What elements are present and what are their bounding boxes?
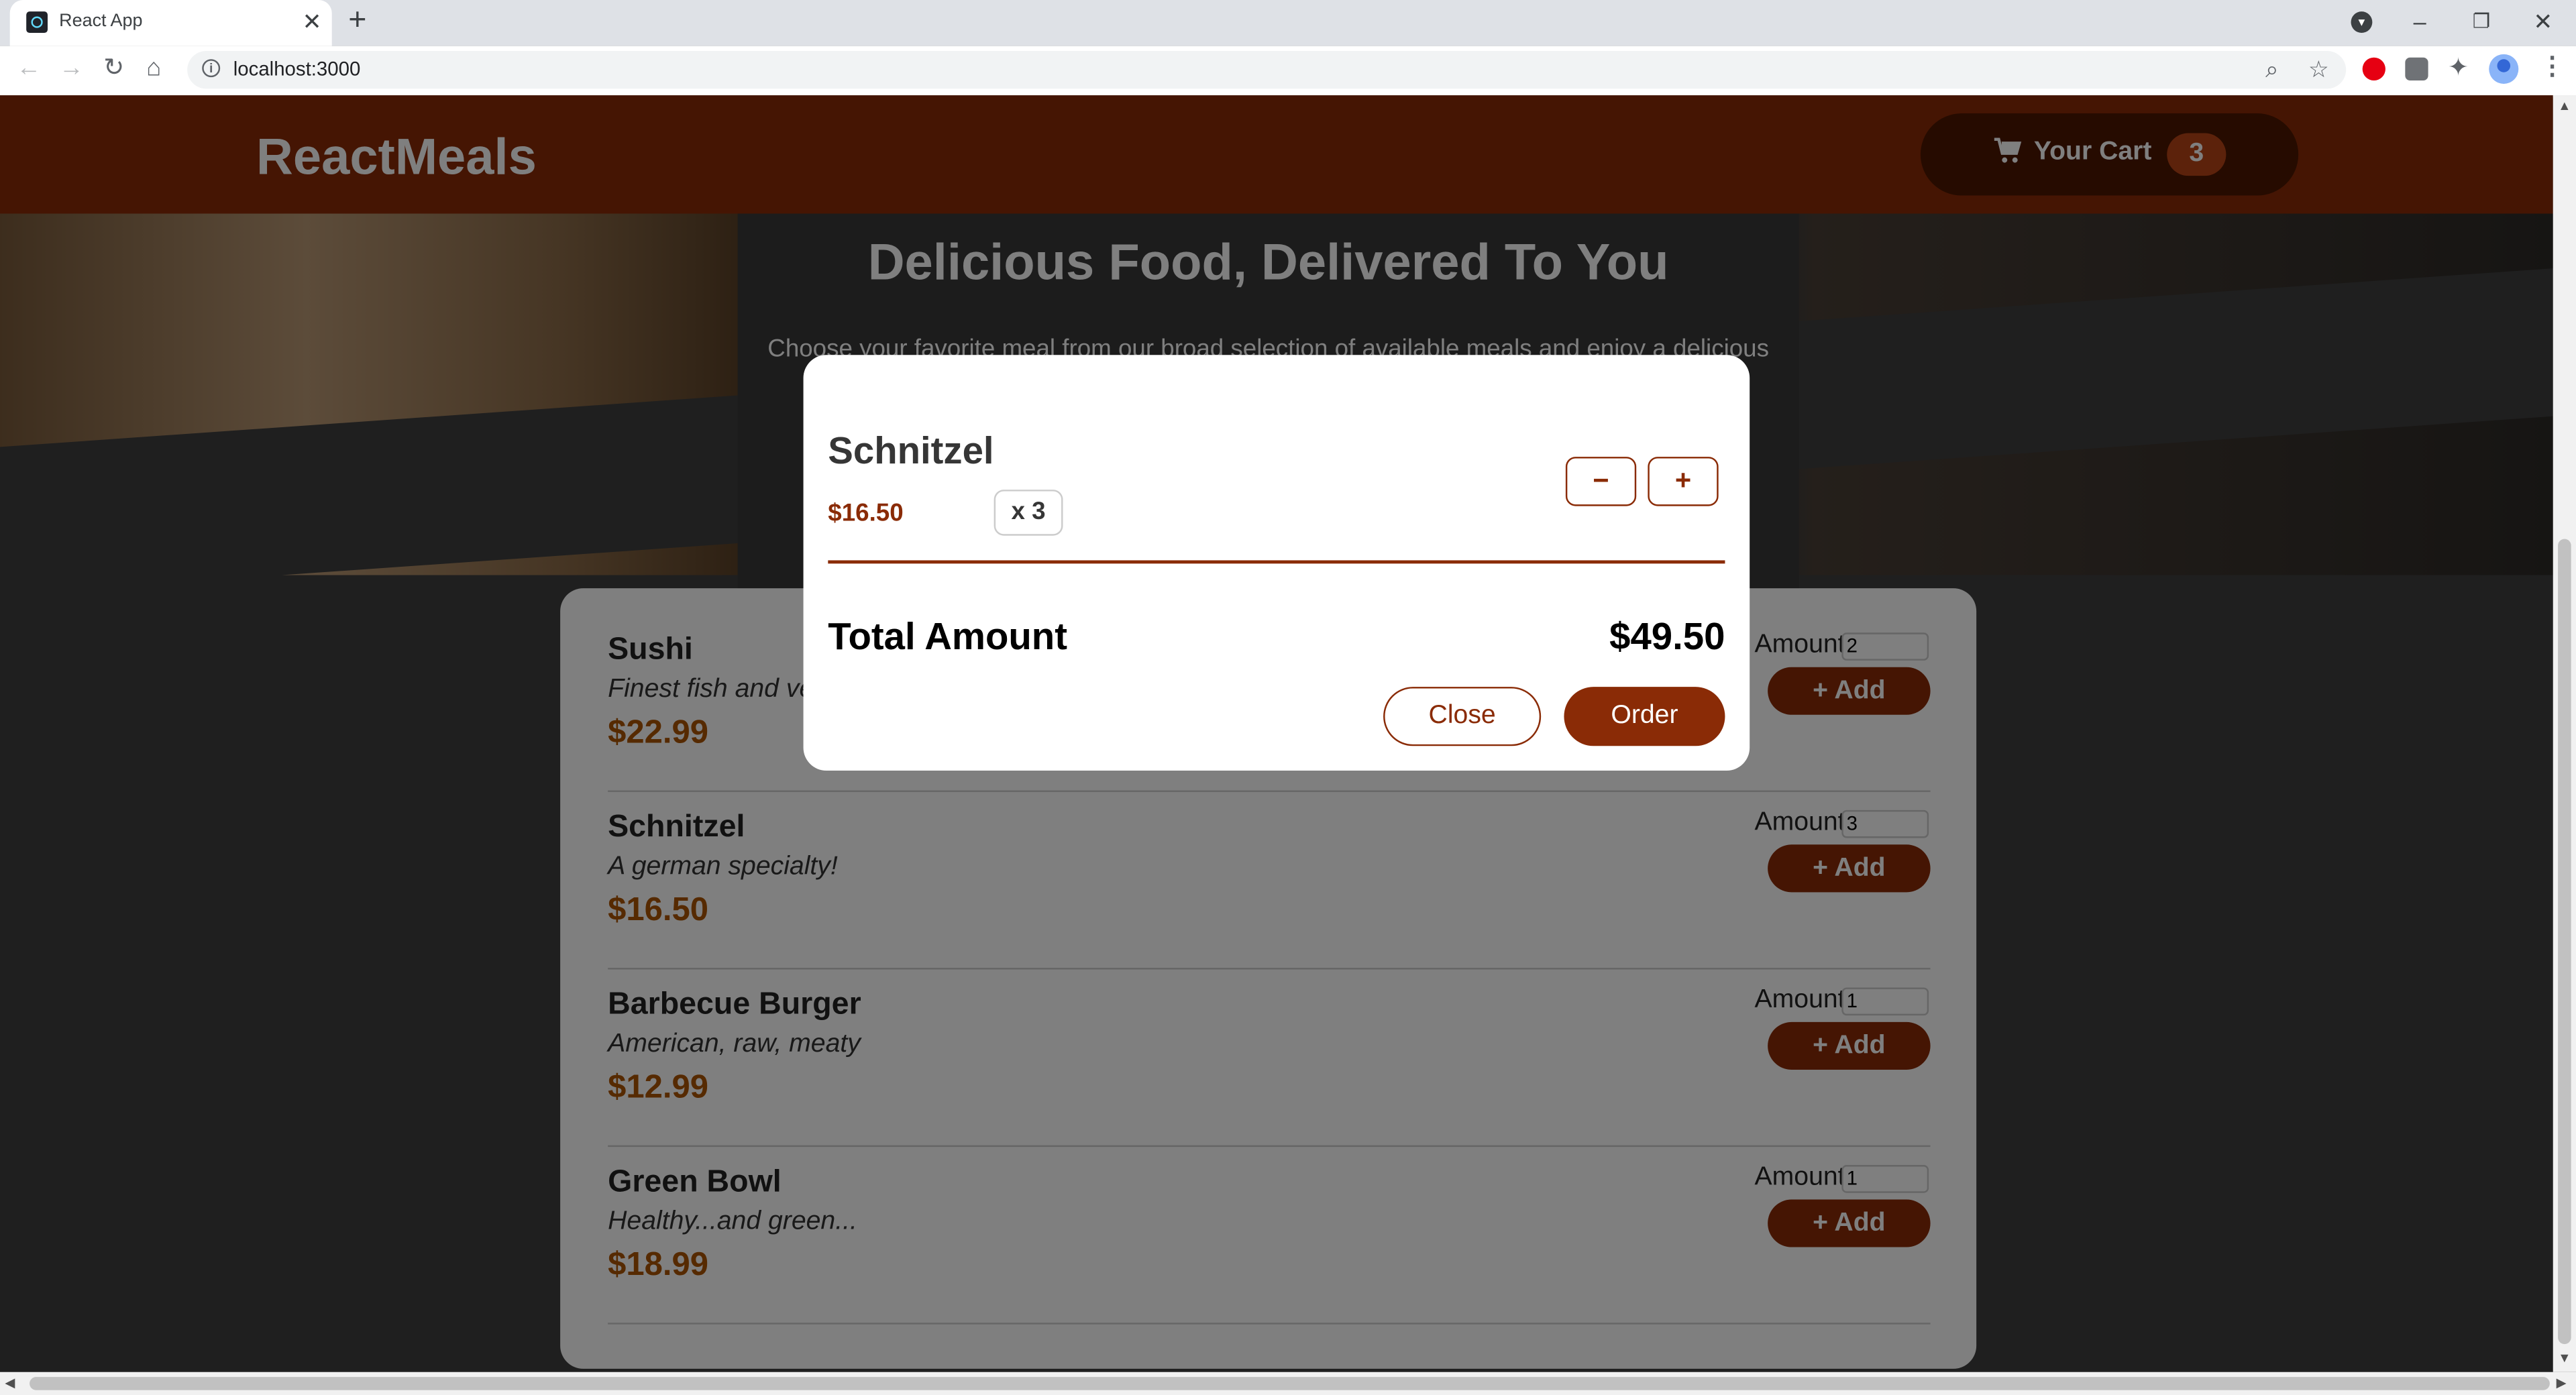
browser-window: React App ✕ + ▾ – ❐ ✕ ← → ↻ ⌂ i localhos…: [0, 0, 2576, 1395]
cart-item-name: Schnitzel: [828, 429, 994, 472]
tab-strip: React App ✕ + ▾ – ❐ ✕: [0, 0, 2576, 46]
total-amount-label: Total Amount: [828, 614, 1067, 657]
decrease-quantity-button[interactable]: −: [1565, 457, 1637, 506]
total-amount-value: $49.50: [1609, 614, 1725, 657]
tab-title: React App: [59, 11, 143, 32]
vertical-scroll-thumb[interactable]: [2558, 539, 2571, 1345]
tab-close-icon[interactable]: ✕: [303, 7, 322, 36]
reload-icon[interactable]: ↻: [103, 55, 124, 82]
tab-react-app[interactable]: React App ✕: [9, 0, 332, 46]
vertical-scrollbar[interactable]: ▲ ▼: [2553, 95, 2576, 1372]
home-icon[interactable]: ⌂: [146, 55, 161, 82]
star-icon[interactable]: ☆: [2308, 56, 2329, 82]
order-button[interactable]: Order: [1564, 687, 1725, 746]
browser-toolbar: ← → ↻ ⌂ i localhost:3000 ⌕ ☆ ✦ ⋮: [0, 46, 2576, 97]
extensions-puzzle-icon[interactable]: ✦: [2448, 55, 2469, 82]
horizontal-scroll-thumb[interactable]: [30, 1377, 2550, 1390]
forward-icon[interactable]: →: [59, 55, 84, 82]
cart-item-quantity: x 3: [994, 490, 1063, 536]
zoom-icon[interactable]: ⌕: [2265, 56, 2278, 82]
back-icon[interactable]: ←: [16, 55, 41, 82]
cart-divider: [828, 560, 1725, 564]
profile-avatar[interactable]: [2489, 54, 2519, 84]
minimize-button[interactable]: –: [2414, 7, 2426, 36]
scroll-up-arrow-icon[interactable]: ▲: [2558, 99, 2571, 115]
restore-button[interactable]: ❐: [2473, 7, 2490, 36]
shield-extension-icon[interactable]: [2405, 57, 2428, 81]
close-button[interactable]: Close: [1383, 687, 1542, 746]
scroll-left-arrow-icon[interactable]: ◀: [5, 1376, 15, 1392]
react-favicon-icon: [26, 11, 48, 33]
menu-icon[interactable]: ⋮: [2540, 54, 2565, 80]
increase-quantity-button[interactable]: +: [1648, 457, 1719, 506]
address-bar[interactable]: i localhost:3000 ⌕ ☆: [187, 50, 2347, 89]
horizontal-scrollbar[interactable]: ◀ ▶: [0, 1372, 2576, 1395]
page-viewport: ReactMeals Your Cart 3 Delicious Food, D…: [0, 95, 2553, 1372]
opera-extension-icon[interactable]: [2362, 57, 2385, 81]
new-tab-button[interactable]: +: [348, 4, 366, 38]
scroll-right-arrow-icon[interactable]: ▶: [2557, 1376, 2567, 1392]
info-icon[interactable]: i: [202, 59, 221, 78]
tab-search-icon[interactable]: ▾: [2351, 11, 2373, 33]
cart-item-price: $16.50: [828, 499, 904, 528]
cart-modal: Schnitzel $16.50 x 3 − + Total Amount $4…: [803, 355, 1750, 771]
url-text[interactable]: localhost:3000: [233, 58, 361, 80]
scroll-down-arrow-icon[interactable]: ▼: [2558, 1351, 2571, 1368]
window-close-button[interactable]: ✕: [2533, 7, 2553, 36]
